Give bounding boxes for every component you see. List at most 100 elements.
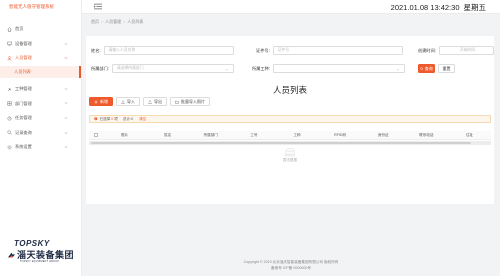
icp-text: 备案号 ICP备 0000000号 bbox=[271, 265, 311, 270]
task-icon bbox=[6, 115, 12, 121]
search-button[interactable]: 查询 bbox=[418, 64, 435, 73]
export-button[interactable]: 导出 bbox=[143, 97, 167, 106]
selection-count: 0 bbox=[111, 117, 114, 121]
column-header[interactable]: 工号 bbox=[232, 133, 275, 138]
selection-suffix: 项 bbox=[114, 116, 118, 121]
selection-prefix: 已选择 bbox=[99, 116, 111, 121]
column-header[interactable]: 照片 bbox=[103, 133, 146, 138]
created-label: 创建时间: bbox=[418, 47, 436, 53]
import-icon bbox=[121, 99, 125, 104]
worktype-select[interactable] bbox=[272, 64, 405, 73]
created-filter: 创建时间: 开始时间 bbox=[418, 46, 494, 55]
breadcrumb: 首页 / 人员管理 / 人员列表 bbox=[82, 15, 500, 28]
selection-total: 总计:0 bbox=[122, 116, 134, 121]
column-header[interactable]: 工种 bbox=[275, 133, 318, 138]
chevron-up-icon bbox=[64, 57, 68, 59]
breadcrumb-personnel[interactable]: 人员管理 bbox=[105, 19, 121, 25]
worktype-icon bbox=[6, 86, 12, 92]
device-icon bbox=[6, 41, 12, 47]
column-header[interactable]: 身份证 bbox=[362, 133, 405, 138]
sidebar-item-personnel-list[interactable]: 人员列表 bbox=[0, 65, 81, 78]
scrollbar-thumb[interactable] bbox=[91, 141, 471, 145]
top-bar: 2021.01.08 13:42:30 星期五 bbox=[82, 0, 500, 14]
main-card: 姓名: 请输入人员名称 证件号: 证件号 创建时间: 开始时间 所属部门: 请选… bbox=[86, 36, 494, 204]
selection-alert: 已选择 0 项 总计:0 清空 bbox=[89, 115, 491, 123]
sidebar-item-departments[interactable]: 部门管理 bbox=[0, 96, 81, 111]
sidebar-item-personnel[interactable]: 人员管理 bbox=[0, 51, 81, 66]
sidebar-item-tasks[interactable]: 任务管理 bbox=[0, 111, 81, 126]
sidebar-item-home[interactable]: 首页 bbox=[0, 22, 81, 37]
dept-label: 所属部门: bbox=[91, 65, 109, 71]
column-header[interactable]: 住址 bbox=[448, 133, 491, 138]
datetime-display: 2021.01.08 13:42:30 星期五 bbox=[391, 2, 486, 13]
home-icon bbox=[6, 26, 12, 32]
created-start-input[interactable]: 开始时间 bbox=[438, 46, 494, 55]
app-name: 智能无人值守管理系统 bbox=[9, 4, 54, 9]
menu-toggle-icon[interactable] bbox=[94, 3, 102, 10]
logo-company-english: TOPSKY EQUIPMENT GROUP bbox=[20, 261, 60, 263]
logo-mark-icon bbox=[8, 252, 15, 257]
column-header[interactable]: RFID码 bbox=[319, 133, 362, 138]
select-all-cell bbox=[89, 133, 103, 137]
logo-company-name: 淄天装备集团 bbox=[16, 250, 74, 260]
column-header[interactable]: 所属部门 bbox=[189, 133, 232, 138]
sidebar-item-label: 工种管理 bbox=[15, 86, 32, 92]
batch-import-photos-button[interactable]: 批量导入照片 bbox=[170, 97, 210, 106]
sidebar-item-devices[interactable]: 设备管理 bbox=[0, 37, 81, 52]
toolbar: 新增 导入 导出 批量导入照片 bbox=[89, 97, 210, 106]
dept-select[interactable]: 请选择所属部门 bbox=[111, 64, 234, 73]
chevron-down-icon bbox=[64, 88, 68, 90]
chevron-down-icon bbox=[64, 42, 68, 45]
breadcrumb-current: 人员列表 bbox=[127, 18, 144, 24]
table-header: 照片 姓名 所属部门 工号 工种 RFID码 身份证 联系电话 住址 bbox=[89, 131, 491, 140]
clear-selection-link[interactable]: 清空 bbox=[139, 117, 146, 122]
sidebar-item-label: 人员管理 bbox=[15, 55, 32, 61]
sidebar-item-records[interactable]: 记录查询 bbox=[0, 126, 81, 141]
column-header[interactable]: 联系电话 bbox=[405, 133, 448, 138]
column-header[interactable]: 姓名 bbox=[146, 133, 189, 138]
sidebar-item-label: 人员列表 bbox=[14, 68, 31, 74]
add-button[interactable]: 新增 bbox=[89, 97, 113, 106]
cert-label: 证件号: bbox=[256, 47, 270, 53]
record-icon bbox=[6, 130, 12, 136]
chevron-down-icon bbox=[64, 102, 68, 105]
sidebar-item-settings[interactable]: 系统设置 bbox=[0, 140, 81, 155]
chevron-down-icon bbox=[396, 68, 400, 71]
sidebar: 智能无人值守管理系统 首页 设备管理 人员管理 人员列表 工种管理 部门管理 任… bbox=[0, 0, 82, 276]
worktype-label: 所属工种: bbox=[252, 65, 270, 71]
empty-box-icon bbox=[284, 148, 296, 157]
sidebar-item-label: 部门管理 bbox=[15, 100, 32, 106]
name-label: 姓名: bbox=[91, 47, 101, 53]
import-button[interactable]: 导入 bbox=[116, 97, 140, 106]
sidebar-item-label: 首页 bbox=[15, 26, 24, 32]
chevron-down-icon bbox=[64, 131, 68, 134]
name-input[interactable]: 请输入人员名称 bbox=[103, 46, 234, 55]
empty-text: 暂无数据 bbox=[283, 158, 297, 162]
logo-wordmark: TOPSKY bbox=[14, 239, 50, 248]
select-all-checkbox[interactable] bbox=[94, 133, 98, 137]
sidebar-item-worktypes[interactable]: 工种管理 bbox=[0, 82, 81, 97]
worktype-filter: 所属工种: bbox=[252, 64, 405, 73]
company-logo: TOPSKY 淄天装备集团 TOPSKY EQUIPMENT GROUP bbox=[8, 239, 74, 265]
weekday-text: 星期五 bbox=[463, 3, 487, 12]
sidebar-item-label: 设备管理 bbox=[15, 40, 32, 46]
search-icon bbox=[420, 67, 424, 71]
chevron-down-icon bbox=[64, 146, 68, 149]
footer: Copyright © 2019 北京淄天智能装备集团有限公司 版权所有 备案号… bbox=[82, 260, 500, 271]
info-icon bbox=[94, 117, 98, 121]
plus-icon bbox=[94, 99, 98, 104]
horizontal-scrollbar[interactable] bbox=[89, 141, 491, 145]
chevron-down-icon bbox=[225, 68, 229, 71]
sidebar-item-label: 记录查询 bbox=[15, 129, 32, 135]
export-icon bbox=[148, 99, 152, 104]
chevron-down-icon bbox=[64, 117, 68, 119]
filter-actions: 查询 重置 bbox=[418, 64, 455, 73]
breadcrumb-home[interactable]: 首页 bbox=[91, 19, 99, 25]
name-filter: 姓名: 请输入人员名称 bbox=[91, 46, 234, 55]
reset-button[interactable]: 重置 bbox=[438, 64, 455, 73]
user-icon bbox=[6, 55, 12, 61]
sidebar-item-label: 任务管理 bbox=[15, 115, 32, 121]
folder-icon bbox=[175, 100, 179, 104]
cert-input[interactable]: 证件号 bbox=[272, 46, 403, 55]
personnel-table: 照片 姓名 所属部门 工号 工种 RFID码 身份证 联系电话 住址 暂无数据 bbox=[89, 131, 491, 204]
